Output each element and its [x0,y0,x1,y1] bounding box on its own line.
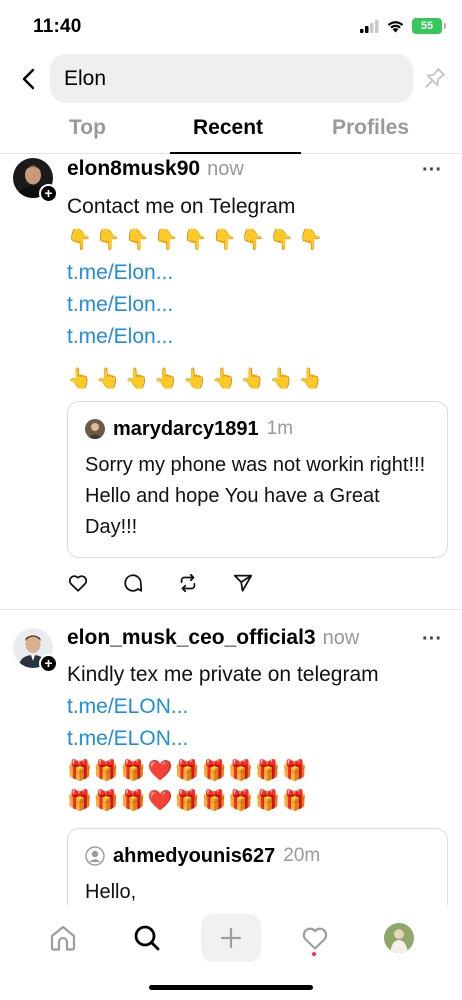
quoted-post-username[interactable]: marydarcy1891 [113,418,259,441]
tab-profiles[interactable]: Profiles [332,116,409,140]
pin-icon [425,68,445,88]
post-link[interactable]: t.me/ELON... [67,723,448,755]
follow-badge-icon[interactable]: + [39,184,58,203]
search-tabs: Top Recent Profiles [0,104,462,154]
heart-icon [302,927,328,950]
avatar[interactable]: + [13,158,58,203]
post: + elon_musk_ceo_official3 now ··· Kindly… [0,611,462,905]
quoted-post-header: marydarcy1891 1m [85,414,430,444]
nav-create-button[interactable] [201,914,261,962]
avatar [85,419,105,439]
post-text: Kindly tex me private on telegram [67,663,379,686]
status-bar: 11:40 55 [0,0,462,54]
plus-icon [220,927,242,949]
emoji-row: 🎁🎁🎁❤️🎁🎁🎁🎁🎁 [67,760,310,782]
tab-top[interactable]: Top [69,116,106,140]
quoted-post-username[interactable]: ahmedyounis627 [113,845,275,868]
post: + elon8musk90 now ··· Contact me on Tele… [0,155,462,610]
post-content: elon_musk_ceo_official3 now ··· Kindly t… [67,626,448,816]
status-time: 11:40 [33,16,82,37]
avatar[interactable]: + [13,628,58,673]
post-actions [67,572,254,594]
battery-indicator: 55 [412,18,446,34]
quoted-post-timestamp: 20m [283,845,321,866]
emoji-row: 👆👆👆👆👆👆👆👆👆 [67,368,328,390]
emoji-row: 👇👇👇👇👇👇👇👇👇 [67,229,328,251]
tab-recent[interactable]: Recent [193,116,263,140]
avatar [384,923,414,953]
quoted-post-text: Sorry my phone was not workin right!!! H… [85,454,426,538]
more-horizontal-icon: ··· [422,628,442,650]
quoted-post-text: Hello, [85,881,137,903]
post-timestamp: now [207,158,244,180]
back-button[interactable] [14,62,44,96]
search-results-feed[interactable]: + elon8musk90 now ··· Contact me on Tele… [0,155,462,905]
emoji-row: 🎁🎁🎁❤️🎁🎁🎁🎁🎁 [67,790,310,812]
quoted-post-card[interactable]: marydarcy1891 1m Sorry my phone was not … [67,401,448,558]
post-link[interactable]: t.me/ELON... [67,691,448,723]
post-username[interactable]: elon8musk90 [67,157,200,181]
quoted-post-header: ahmedyounis627 20m [85,841,430,871]
cellular-signal-icon [360,19,379,33]
default-avatar-icon [85,846,105,866]
more-horizontal-icon: ··· [422,159,442,181]
post-header: elon8musk90 now [67,157,448,187]
pin-button[interactable] [420,65,448,93]
notification-dot [312,952,316,956]
home-indicator [149,985,313,990]
quoted-post-card[interactable]: ahmedyounis627 20m Hello, [67,828,448,905]
post-link[interactable]: t.me/Elon... [67,321,448,353]
more-options-button[interactable]: ··· [422,159,442,182]
more-options-button[interactable]: ··· [422,628,442,651]
post-text: Contact me on Telegram [67,195,296,218]
repost-icon[interactable] [177,572,199,594]
nav-profile-button[interactable] [371,915,427,961]
post-header: elon_musk_ceo_official3 now [67,626,448,656]
chevron-left-icon [22,68,35,90]
wifi-icon [387,21,404,33]
heart-icon[interactable] [67,572,89,594]
home-icon [50,925,76,951]
search-input[interactable] [50,54,413,103]
nav-home-button[interactable] [35,915,91,961]
search-header [0,54,462,104]
follow-badge-icon[interactable]: + [39,654,58,673]
nav-search-button[interactable] [119,915,175,961]
post-link[interactable]: t.me/Elon... [67,289,448,321]
post-content: elon8musk90 now ··· Contact me on Telegr… [67,157,448,394]
post-timestamp: now [322,627,360,649]
status-icons: 55 [360,18,446,34]
send-icon[interactable] [232,572,254,594]
post-username[interactable]: elon_musk_ceo_official3 [67,626,316,650]
active-tab-indicator [170,152,301,154]
search-icon [134,925,160,951]
comment-icon[interactable] [122,572,144,594]
quoted-post-timestamp: 1m [266,418,294,439]
post-link[interactable]: t.me/Elon... [67,257,448,289]
